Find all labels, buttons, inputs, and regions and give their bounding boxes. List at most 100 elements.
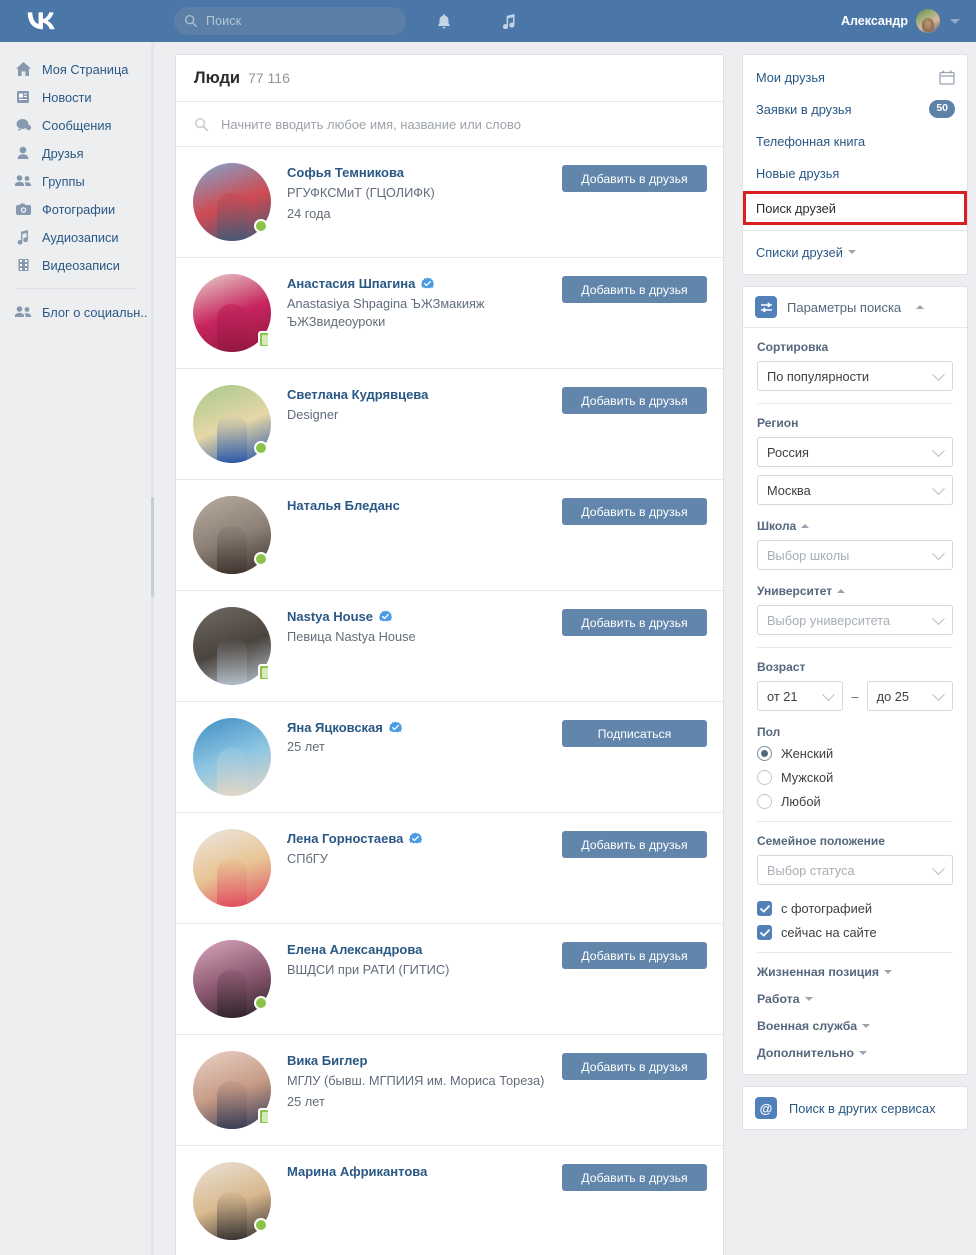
scrollbar-thumb[interactable] [151,497,154,597]
checkbox-online-now[interactable]: сейчас на сайте [757,925,953,940]
avatar-wrapper[interactable] [193,274,271,352]
chevron-down-icon[interactable] [859,1051,868,1055]
section-work[interactable]: Работа [757,992,953,1006]
chevron-down-icon[interactable] [884,970,893,974]
avatar-wrapper[interactable] [193,1051,271,1129]
sidebar-item-my-page[interactable]: Моя Страница [0,55,152,83]
right-sidebar: Мои друзья Заявки в друзья 50 Телефонная… [742,54,968,1141]
sidebar-item-find-friends[interactable]: Поиск друзей [743,191,967,225]
avatar[interactable] [193,829,271,907]
add-friend-button[interactable]: Добавить в друзья [562,1164,707,1191]
user-result-row[interactable]: Яна Яцковская 25 лет Подписаться [176,702,723,813]
university-label: Университет [757,584,953,598]
sidebar-item-friend-requests[interactable]: Заявки в друзья 50 [743,93,967,125]
add-friend-button[interactable]: Добавить в друзья [562,276,707,303]
avatar-wrapper[interactable] [193,496,271,574]
user-result-row[interactable]: Лена Горностаева СПбГУ Добавить в друзья [176,813,723,924]
verified-badge-icon [388,721,402,733]
gender-option-male[interactable]: Мужской [757,770,953,785]
search-params-header[interactable]: Параметры поиска [743,287,967,328]
avatar-wrapper[interactable] [193,385,271,463]
chevron-down-icon[interactable] [804,997,813,1001]
section-additional[interactable]: Дополнительно [757,1046,953,1060]
gender-option-any[interactable]: Любой [757,794,953,809]
user-result-row[interactable]: Nastya House Певица Nastya House Добавить … [176,591,723,702]
sidebar-item-blog[interactable]: Блог о социальн.. [0,298,152,326]
sidebar-item-photos[interactable]: Фотографии [0,195,152,223]
page-scrollbar[interactable] [151,42,154,1255]
country-select[interactable]: Россия [757,437,953,467]
user-name-link[interactable]: Наталья Бледанс [287,498,400,513]
user-result-row[interactable]: Марина Африкантова Добавить в друзья [176,1146,723,1255]
global-search-input[interactable]: Поиск [174,7,406,35]
user-name-link[interactable]: Марина Африкантова [287,1164,427,1179]
avatar-wrapper[interactable] [193,163,271,241]
avatar-wrapper[interactable] [193,829,271,907]
marital-select[interactable]: Выбор статуса [757,855,953,885]
user-name-link[interactable]: Яна Яцковская [287,720,383,735]
user-result-row[interactable]: Вика Биглер МГЛУ (бывш. МГПИИЯ им. Мориса… [176,1035,723,1146]
section-military[interactable]: Военная служба [757,1019,953,1033]
add-friend-button[interactable]: Подписаться [562,720,707,747]
music-note-icon[interactable] [498,11,518,31]
university-select[interactable]: Выбор университета [757,605,953,635]
sidebar-item-my-friends[interactable]: Мои друзья [743,61,967,93]
user-name-link[interactable]: Вика Биглер [287,1053,367,1068]
sidebar-item-video[interactable]: Видеозаписи [0,251,152,279]
user-result-row[interactable]: Наталья Бледанс Добавить в друзья [176,480,723,591]
chevron-up-icon[interactable] [801,524,810,528]
calendar-icon[interactable] [939,70,955,85]
sidebar-item-groups[interactable]: Группы [0,167,152,195]
vk-logo-icon[interactable] [24,10,58,32]
user-name-link[interactable]: Светлана Кудрявцева [287,387,428,402]
sidebar-item-messages[interactable]: Сообщения [0,111,152,139]
school-select[interactable]: Выбор школы [757,540,953,570]
add-friend-button[interactable]: Добавить в друзья [562,387,707,414]
add-friend-button[interactable]: Добавить в друзья [562,165,707,192]
user-result-row[interactable]: Софья Темникова РГУФКСМиТ (ГЦОЛИФК) 24 год… [176,147,723,258]
avatar[interactable] [193,718,271,796]
region-label: Регион [757,416,799,430]
user-name-link[interactable]: Nastya House [287,609,373,624]
avatar-wrapper[interactable] [193,940,271,1018]
user-name-link[interactable]: Софья Темникова [287,165,404,180]
age-from-select[interactable]: от 21 [757,681,844,711]
chevron-up-icon[interactable] [916,305,925,309]
chevron-down-icon[interactable] [862,1024,871,1028]
user-name-link[interactable]: Лена Горностаева [287,831,403,846]
user-name-link[interactable]: Анастасия Шпагина [287,276,415,291]
chevron-down-icon[interactable] [950,18,960,24]
avatar-wrapper[interactable] [193,607,271,685]
sidebar-item-friends[interactable]: Друзья [0,139,152,167]
add-friend-button[interactable]: Добавить в друзья [562,831,707,858]
sidebar-item-new-friends[interactable]: Новые друзья [743,157,967,189]
age-to-select[interactable]: до 25 [866,681,953,711]
chevron-up-icon[interactable] [837,589,846,593]
gender-option-female[interactable]: Женский [757,746,953,761]
bell-icon[interactable] [434,11,454,31]
user-name-link[interactable]: Елена Александрова [287,942,422,957]
people-search-input[interactable]: Начните вводить любое имя, название или … [176,102,723,147]
user-menu[interactable]: Александр [841,0,960,42]
add-friend-button[interactable]: Добавить в друзья [562,609,707,636]
chevron-down-icon[interactable] [847,250,856,254]
sidebar-item-phonebook[interactable]: Телефонная книга [743,125,967,157]
avatar[interactable] [916,9,940,33]
add-friend-button[interactable]: Добавить в друзья [562,942,707,969]
sidebar-item-friend-lists[interactable]: Списки друзей [743,236,967,268]
search-other-services-button[interactable]: @ Поиск в других сервисах [743,1087,967,1129]
user-result-row[interactable]: Анастасия Шпагина Anastasiya Shpagina ЪЖЗ… [176,258,723,369]
add-friend-button[interactable]: Добавить в друзья [562,498,707,525]
sidebar-item-news[interactable]: Новости [0,83,152,111]
avatar-wrapper[interactable] [193,718,271,796]
avatar-wrapper[interactable] [193,1162,271,1240]
user-result-row[interactable]: Елена Александрова ВШДСИ при РАТИ (ГИТИС)… [176,924,723,1035]
sort-select[interactable]: По популярности [757,361,953,391]
add-friend-button[interactable]: Добавить в друзья [562,1053,707,1080]
sidebar-item-audio[interactable]: Аудиозаписи [0,223,152,251]
checkbox-with-photo[interactable]: с фотографией [757,901,953,916]
global-search-placeholder: Поиск [206,14,242,28]
city-select[interactable]: Москва [757,475,953,505]
section-life-position[interactable]: Жизненная позиция [757,965,953,979]
user-result-row[interactable]: Светлана Кудрявцева Designer Добавить в др… [176,369,723,480]
